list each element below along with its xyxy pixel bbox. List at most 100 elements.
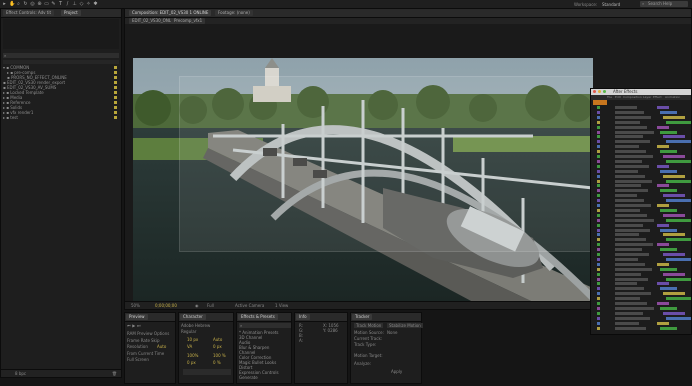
timeline-layer-row[interactable] <box>597 199 691 203</box>
timeline-layer-row[interactable] <box>597 292 688 296</box>
menu-file[interactable]: File <box>607 95 612 99</box>
timeline-layer-row[interactable] <box>597 277 691 281</box>
timeline-layer-row[interactable] <box>597 228 688 232</box>
layer-duration-bar[interactable] <box>657 262 669 266</box>
help-search-input[interactable]: ⌕ Search Help <box>640 1 688 7</box>
project-search-input[interactable]: ⌕ <box>3 53 119 58</box>
pen-tool-icon[interactable]: ✎ <box>51 2 56 7</box>
baseline-shift-field[interactable]: 0 px <box>187 360 196 365</box>
layer-duration-bar[interactable] <box>660 306 677 310</box>
clone-tool-icon[interactable]: ⊥ <box>72 2 77 7</box>
layer-duration-bar[interactable] <box>666 140 691 144</box>
view-layout-select[interactable]: 1 View <box>275 303 288 308</box>
layer-duration-bar[interactable] <box>666 257 691 261</box>
layer-duration-bar[interactable] <box>657 164 669 168</box>
timeline-layer-row[interactable] <box>597 272 688 276</box>
layer-duration-bar[interactable] <box>657 321 669 325</box>
layer-duration-bar[interactable] <box>663 213 685 217</box>
timeline-layer-row[interactable] <box>597 326 688 330</box>
timeline-layer-row[interactable] <box>597 164 688 168</box>
timeline-layer-row[interactable] <box>597 213 688 217</box>
layer-duration-bar[interactable] <box>663 194 685 198</box>
timeline-layer-row[interactable] <box>597 223 688 227</box>
from-current-time-checkbox[interactable]: From Current Time <box>127 351 164 356</box>
pan-behind-tool-icon[interactable]: ⊕ <box>37 2 42 7</box>
hand-tool-icon[interactable]: ✋ <box>9 2 15 7</box>
rotate-tool-icon[interactable]: ↻ <box>23 2 28 7</box>
timeline-layer-row[interactable] <box>597 267 688 271</box>
roto-tool-icon[interactable]: ✧ <box>86 2 91 7</box>
timeline-layer-row[interactable] <box>597 184 688 188</box>
timeline-layer-row[interactable] <box>597 169 688 173</box>
timeline-layer-row[interactable] <box>597 110 688 114</box>
layer-duration-bar[interactable] <box>660 248 677 252</box>
timeline-layer-row[interactable] <box>597 155 688 158</box>
timeline-layer-row[interactable] <box>597 125 688 129</box>
kerning-field[interactable]: VA <box>187 344 192 349</box>
layer-duration-bar[interactable] <box>666 316 691 320</box>
layer-duration-bar[interactable] <box>663 233 685 237</box>
timeline-layer-row[interactable] <box>597 257 691 261</box>
layer-duration-bar[interactable] <box>660 130 677 134</box>
tsume-field[interactable]: 0 % <box>213 360 221 365</box>
horizontal-scale-field[interactable]: 100 % <box>213 353 226 358</box>
timeline-layer-row[interactable] <box>597 204 688 207</box>
layer-duration-bar[interactable] <box>660 326 677 330</box>
play-icon[interactable]: ▶ <box>132 323 135 328</box>
timeline-layer-row[interactable] <box>597 115 688 119</box>
layer-duration-bar[interactable] <box>666 277 691 281</box>
camera-tool-icon[interactable]: ◎ <box>30 2 35 7</box>
layer-duration-bar[interactable] <box>657 223 669 227</box>
tracking-field[interactable]: 0 px <box>213 344 222 349</box>
layer-duration-bar[interactable] <box>663 272 685 276</box>
timeline-layer-row[interactable] <box>597 159 691 163</box>
timeline-layer-row[interactable] <box>597 287 688 291</box>
effects-search-input[interactable]: ⌕ <box>239 323 291 328</box>
layer-duration-bar[interactable] <box>657 243 669 247</box>
layer-duration-bar[interactable] <box>663 174 685 178</box>
timeline-layer-row[interactable] <box>597 208 688 212</box>
layer-duration-bar[interactable] <box>660 110 677 114</box>
layer-duration-bar[interactable] <box>666 159 691 163</box>
menu-composition[interactable]: Composition <box>623 95 642 99</box>
timeline-layer-row[interactable] <box>597 218 691 222</box>
full-screen-checkbox[interactable]: Full Screen <box>127 357 149 362</box>
timeline-layer-row[interactable] <box>597 130 688 134</box>
timeline-layer-row[interactable] <box>597 262 688 266</box>
list-item[interactable]: Generate <box>239 375 289 380</box>
layer-duration-bar[interactable] <box>666 199 691 203</box>
layer-duration-bar[interactable] <box>657 184 669 188</box>
timeline-layer-row[interactable] <box>597 179 691 183</box>
layer-duration-bar[interactable] <box>657 204 669 207</box>
menu-animation[interactable]: Animation <box>665 95 680 99</box>
timeline-layer-row[interactable] <box>597 120 691 124</box>
layer-duration-bar[interactable] <box>657 145 669 149</box>
minimize-icon[interactable] <box>598 90 601 93</box>
layer-duration-bar[interactable] <box>660 208 677 212</box>
menu-edit[interactable]: Edit <box>615 95 621 99</box>
menu-layer[interactable]: Layer <box>643 95 651 99</box>
layer-duration-bar[interactable] <box>660 267 677 271</box>
tab-precomp[interactable]: Precomp_vfx1 <box>171 18 206 24</box>
layer-duration-bar[interactable] <box>660 189 677 193</box>
timeline-layer-row[interactable] <box>597 306 688 310</box>
trash-icon[interactable]: 🗑 <box>112 371 117 376</box>
brush-tool-icon[interactable]: / <box>65 2 70 7</box>
tab-footage[interactable]: Footage: (none) <box>215 10 253 16</box>
timeline-layer-row[interactable] <box>597 243 688 247</box>
timeline-layer-row[interactable] <box>597 145 688 149</box>
type-tool-icon[interactable]: T <box>58 2 63 7</box>
timeline-layer-row[interactable] <box>597 302 688 305</box>
timeline-layer-row[interactable] <box>597 194 688 198</box>
layer-duration-bar[interactable] <box>666 179 691 183</box>
leading-field[interactable]: Auto <box>213 337 222 342</box>
timeline-layer-row[interactable] <box>597 238 691 242</box>
timeline-layer-row[interactable] <box>597 189 688 193</box>
layer-duration-bar[interactable] <box>663 155 685 158</box>
timecode-display[interactable]: 0;00;00;00 <box>155 303 177 308</box>
list-item[interactable]: ▸ ▪ test <box>3 115 119 120</box>
resolution-select[interactable]: Full <box>207 303 214 308</box>
camera-icon[interactable]: ◉ <box>195 303 199 308</box>
camera-select[interactable]: Active Camera <box>235 303 264 308</box>
last-frame-icon[interactable]: ⏭ <box>137 323 141 328</box>
